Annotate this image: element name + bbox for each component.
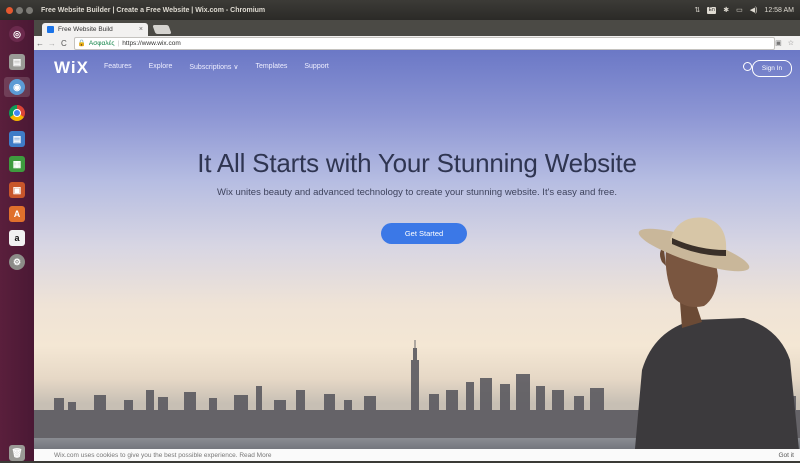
nav-links: Features Explore Subscriptions ∨ Templat… [104,63,329,71]
calc-icon[interactable]: ▦ [4,154,30,174]
clock[interactable]: 12:58 AM [764,7,794,14]
writer-icon[interactable]: ▤ [4,129,30,149]
cookie-banner: Wix.com uses cookies to give you the bes… [34,449,800,461]
back-icon[interactable]: ← [34,39,46,48]
hero-subtitle: Wix unites beauty and advanced technolog… [217,187,617,198]
nav-support[interactable]: Support [304,63,329,71]
battery-icon[interactable]: ▭ [736,6,743,14]
software-center-icon[interactable]: A [4,204,30,224]
reload-icon[interactable]: C [58,39,70,48]
volume-icon[interactable]: ◀) [750,6,758,14]
page-action-icon[interactable]: ▣ [775,39,782,47]
nav-templates[interactable]: Templates [255,63,287,71]
address-bar[interactable]: 🔒 Ασφαλές | https://www.wix.com [73,36,776,50]
hero-title: It All Starts with Your Stunning Website [197,148,637,178]
lock-icon: 🔒 [77,40,86,47]
bluetooth-icon[interactable]: ✱ [723,6,729,14]
url-text[interactable]: https://www.wix.com [122,40,181,47]
get-started-button[interactable]: Get Started [381,223,467,244]
cookie-accept-button[interactable]: Got it [778,452,794,459]
man-in-hat-image [634,217,800,460]
secure-label: Ασφαλές [88,39,115,47]
globe-icon[interactable] [743,62,752,71]
launcher: ◎ ▤ ◉ ▤ ▦ ▣ A a ⚙ 🗑 [0,20,35,461]
keyboard-layout-indicator[interactable]: En [707,6,717,14]
window-title: Free Website Builder | Create a Free Web… [41,6,266,14]
window-controls [6,6,33,14]
tab-wix[interactable]: Free Website Build × [42,23,148,36]
dash-home-icon[interactable]: ◎ [4,24,30,44]
tab-strip: Free Website Build × [34,20,800,36]
wix-logo[interactable]: WiX [54,58,89,78]
nav-explore[interactable]: Explore [149,63,173,71]
bookmark-star-icon[interactable]: ☆ [788,39,794,47]
impress-icon[interactable]: ▣ [4,180,30,200]
system-settings-icon[interactable]: ⚙ [4,252,30,272]
window-minimize-button[interactable] [16,6,23,14]
trash-icon[interactable]: 🗑 [4,443,30,463]
browser-toolbar: ← → C 🔒 Ασφαλές | https://www.wix.com ▣ … [34,36,800,51]
wix-homepage: WiX Features Explore Subscriptions ∨ Tem… [34,50,800,461]
system-top-bar: Free Website Builder | Create a Free Web… [0,0,800,20]
amazon-icon[interactable]: a [4,228,30,248]
chromium-icon[interactable]: ◉ [4,77,30,97]
tab-title: Free Website Build [58,26,113,33]
forward-icon[interactable]: → [46,39,58,48]
network-icon[interactable]: ⇅ [694,6,700,14]
url-separator: | [117,39,120,47]
toolbar-actions: ▣ ☆ [775,39,794,47]
sign-in-button[interactable]: Sign In [752,60,792,77]
site-nav: WiX Features Explore Subscriptions ∨ Tem… [34,50,800,86]
nav-features[interactable]: Features [104,63,132,71]
files-icon[interactable]: ▤ [4,52,30,72]
chrome-icon[interactable] [4,103,30,123]
system-indicators: ⇅ En ✱ ▭ ◀) 12:58 AM [694,0,794,20]
window-close-button[interactable] [6,6,13,14]
window-maximize-button[interactable] [26,6,33,14]
nav-subscriptions[interactable]: Subscriptions ∨ [189,63,238,71]
wix-favicon-icon [47,26,54,33]
cookie-text: Wix.com uses cookies to give you the bes… [54,451,272,459]
tab-close-icon[interactable]: × [139,26,143,33]
new-tab-button[interactable] [152,25,172,34]
